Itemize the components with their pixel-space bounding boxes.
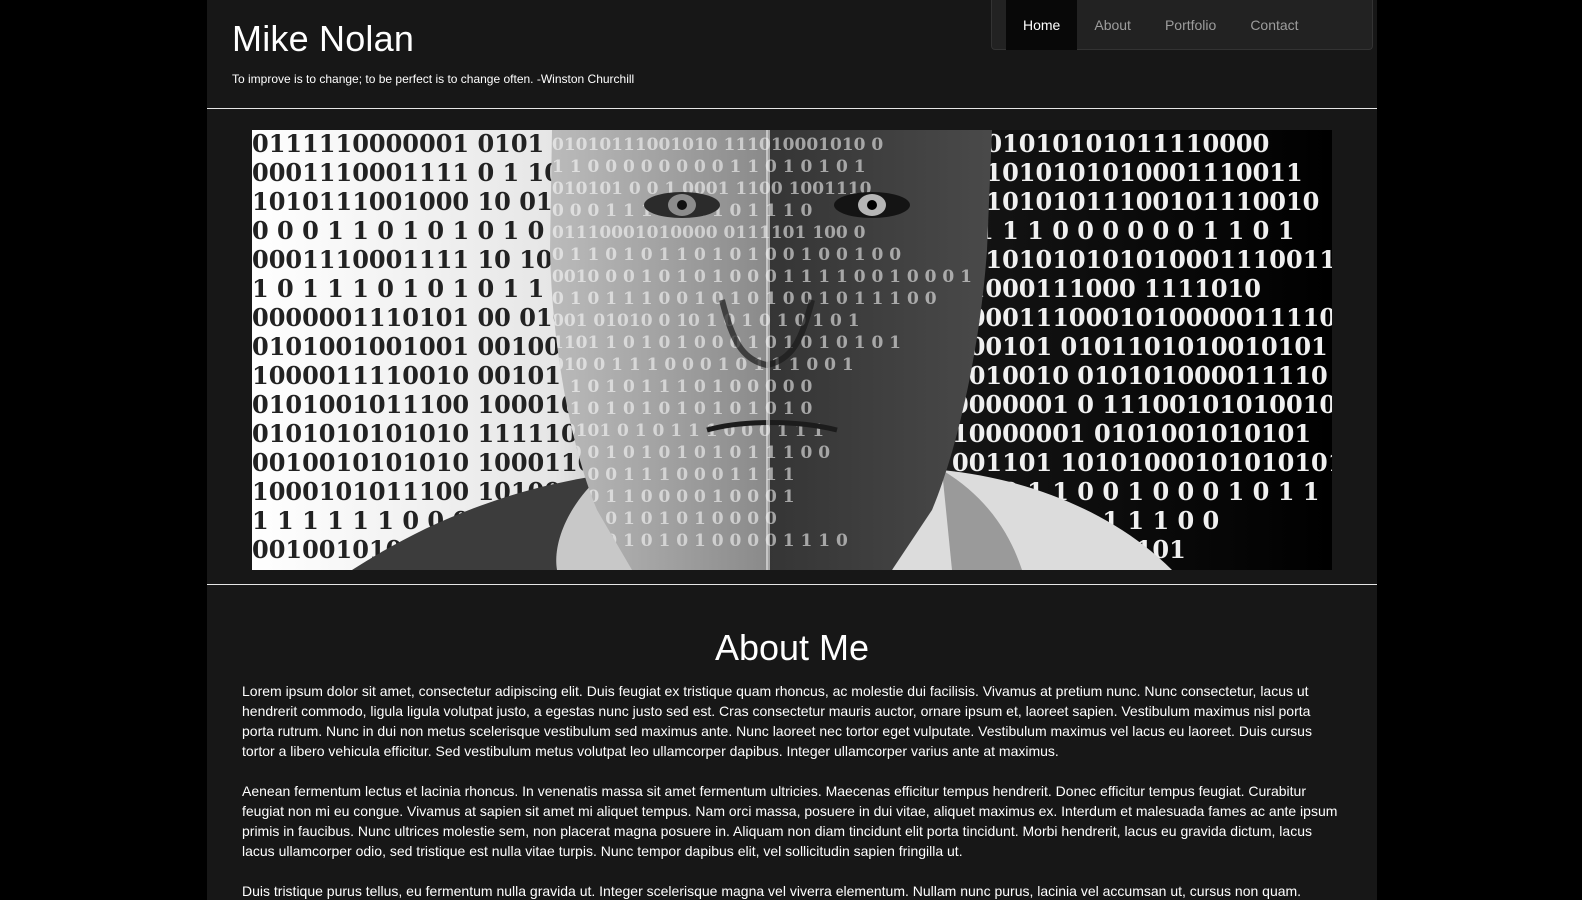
nav-item-portfolio[interactable]: Portfolio	[1148, 0, 1233, 50]
binary-row: 1000011110010 0010100	[252, 361, 594, 390]
binary-row: 0000001110101 00 01011	[252, 303, 603, 332]
binary-row: 001010101010001110011	[952, 158, 1303, 187]
about-title: About Me	[714, 627, 870, 668]
hero-image: 0111110000001 0101 0001110001111 0 1 1010…	[252, 130, 1332, 570]
face-binary-row: 1 1 0 0 0 0 0 0 0 0 1 1 0 1 0 1 0 1	[552, 157, 866, 177]
about-paragraph: Aenean fermentum lectus et lacinia rhonc…	[242, 783, 1338, 859]
binary-row: 1010111001000 10 0110	[252, 187, 586, 216]
binary-row: 0101010101010 1111100	[252, 419, 594, 448]
binary-row: 0010010 010101000011110	[952, 361, 1328, 390]
face-binary-row: 1101 1 0 1 0 1 0 0 0 1 0 1 0 1 0 1 0 1	[552, 333, 901, 353]
about-paragraph: Lorem ipsum dolor sit amet, consectetur …	[242, 683, 1312, 759]
face-binary-row: 0 1 0 1 1 1 0 0 1 0 1 0 1 0 0 1 0 1 1 1 …	[552, 289, 937, 309]
binary-row: 0010101011100101110010	[952, 187, 1319, 216]
binary-row: 0101001011100 10001010	[252, 390, 611, 419]
face-binary-row: 1 0 0 0 1 1 1 0 0 0 1 1 1 1	[552, 465, 795, 485]
binary-row: 000011100010100000111101	[952, 303, 1332, 332]
binary-row: 0101001001001 001001	[252, 332, 578, 361]
face-binary-row: 01110001010000 0111101 100 0	[552, 223, 866, 243]
face-binary-row: 0010 0 0 1 0 1 0 1 0 0 0 1 1 1 1 0 0 1 0…	[552, 267, 972, 287]
face-binary-row: 0 1 0 1 0 1 1 1 0 1 0 0 0 0 0	[552, 377, 812, 397]
binary-row: 0000001 0 1110010101001011	[952, 390, 1332, 419]
about-content: Lorem ipsum dolor sit amet, consectetur …	[242, 681, 1342, 900]
binary-row: 001101 10101000101010101	[952, 448, 1332, 477]
site-tagline: To improve is to change; to be perfect i…	[232, 72, 635, 86]
binary-row: 0111110000001 0101	[252, 130, 544, 158]
binary-row: 01000111000 1111010	[952, 274, 1261, 303]
binary-row: 10000001 0101001010101	[952, 419, 1311, 448]
header-divider	[207, 108, 1377, 109]
face-binary-row: 01010111001010 111010001010 0	[552, 135, 883, 155]
face-binary-row: 010101 0 0 1 0001 1100 1001110	[552, 179, 872, 199]
page-container: Mike Nolan To improve is to change; to b…	[207, 0, 1377, 900]
binary-row: 0001110001111 0 1 1010	[252, 158, 594, 187]
face-binary-row: 0 1 1 0 1 0 1 1 0 1 0 1 0 0 1 0 0 1 0 0	[552, 245, 901, 265]
binary-row: 0010010101010 1000110	[252, 448, 594, 477]
nav-item-home[interactable]: Home	[1006, 0, 1078, 50]
binary-row: 00101010101010001110011	[952, 245, 1332, 274]
face-binary-row: 0 1 0 1 0 1 0 1 0 1 0 1 0 1 0	[552, 399, 812, 419]
binary-row: 0101010101011110000	[952, 130, 1269, 158]
nav-item-contact[interactable]: Contact	[1233, 0, 1315, 50]
face: 01010111001010 111010001010 01 1 0 0 0 0…	[550, 130, 992, 570]
binary-row: 1 1 1 1 0 0 0 0 0 0 1 1 0 1	[952, 216, 1294, 245]
site-title[interactable]: Mike Nolan	[232, 18, 414, 60]
binary-row: 100101 0101101010010101	[952, 332, 1328, 361]
hero-binary-face-image: 0111110000001 01010001110001111 0 1 1010…	[252, 130, 1332, 570]
binary-row: 0 0 0 1 1 0 1 0 1 0 1 0 1	[252, 216, 569, 245]
about-paragraph: Duis tristique purus tellus, eu fermentu…	[242, 883, 1302, 899]
nav-item-about[interactable]: About	[1077, 0, 1148, 50]
face-binary-row: 001 01010 0 10 1 0 1 0 1 0 1 0 1	[552, 311, 860, 331]
face-binary-row: 1 0 0 1 0 1 0 1 0 1 0 1 1 1 0 0	[552, 443, 830, 463]
face-binary-row: 010 0 1 1 1 0 0 0 1 0 1 1 1 0 0 1	[552, 355, 854, 375]
hero-divider	[207, 584, 1377, 585]
main-nav: Home About Portfolio Contact	[991, 0, 1373, 50]
